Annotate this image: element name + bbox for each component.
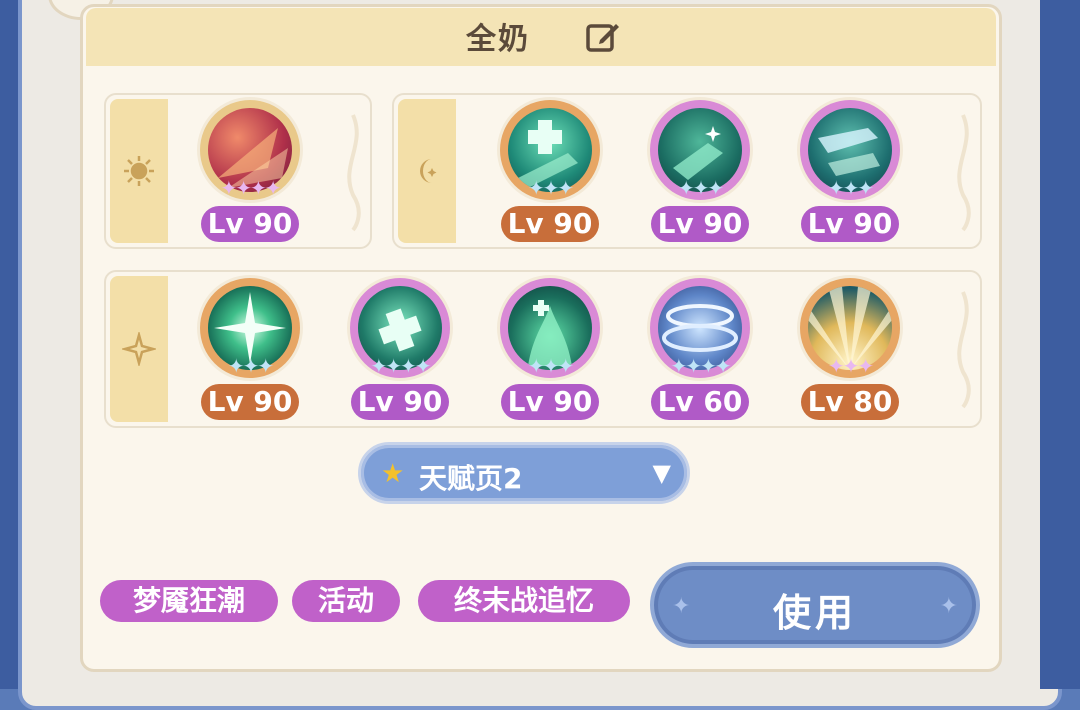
skill-level-badge: Lv 80	[801, 384, 899, 420]
skill-stars: ✦✦✦	[527, 176, 574, 200]
skill-slot[interactable]: ✦✦✦ Lv 90	[490, 278, 610, 428]
tag-event[interactable]: 活动	[292, 580, 400, 622]
skill-level-badge: Lv 90	[651, 206, 749, 242]
skill-slot[interactable]: ✦✦✦ Lv 90	[640, 100, 760, 250]
chevron-down-icon: ▼	[652, 459, 671, 487]
right-edge	[1040, 0, 1080, 689]
dropdown-selected-value: 天赋页2	[419, 462, 523, 495]
panel-header	[86, 8, 996, 66]
skill-level-badge: Lv 90	[501, 206, 599, 242]
flourish-decoration	[347, 114, 361, 232]
skill-level-badge: Lv 90	[201, 206, 299, 242]
use-button[interactable]: ✦ 使用 ✦	[650, 562, 980, 648]
sun-slot-strip	[110, 99, 168, 243]
skill-slot[interactable]: ✦✦✦ Lv 90	[190, 278, 310, 428]
skill-level-badge: Lv 60	[651, 384, 749, 420]
skill-stars: ✦✦✦✦	[670, 354, 731, 378]
page-title: 全奶	[466, 22, 530, 57]
moon-icon	[420, 159, 437, 183]
sun-icon	[124, 156, 154, 186]
skill-stars: ✦✦✦	[827, 354, 874, 378]
skill-slot[interactable]: ✦✦✦✦ Lv 90	[190, 100, 310, 250]
skill-slot[interactable]: ✦✦✦✦ Lv 60	[640, 278, 760, 428]
skill-stars: ✦✦✦	[227, 354, 274, 378]
star-icon: ★	[381, 459, 405, 489]
sparkle-icon: ✦	[939, 594, 958, 619]
skill-stars: ✦✦✦	[827, 176, 874, 200]
skill-stars: ✦✦✦	[677, 176, 724, 200]
moon-slot-strip	[398, 99, 456, 243]
flourish-decoration	[957, 114, 971, 232]
skill-level-badge: Lv 90	[801, 206, 899, 242]
skill-slot[interactable]: ✦✦✦✦ Lv 90	[340, 278, 460, 428]
flourish-decoration	[957, 291, 971, 409]
tag-nightmare-tide[interactable]: 梦魇狂潮	[100, 580, 278, 622]
skill-level-badge: Lv 90	[501, 384, 599, 420]
talent-page-dropdown[interactable]: ★ 天赋页2 ▼	[358, 442, 690, 504]
skill-level-badge: Lv 90	[201, 384, 299, 420]
edit-icon[interactable]	[584, 18, 622, 56]
skill-slot[interactable]: ✦✦✦ Lv 90	[790, 100, 910, 250]
skill-stars: ✦✦✦✦	[220, 176, 281, 200]
use-button-label: 使用	[772, 591, 857, 635]
spark-slot-strip	[110, 276, 168, 422]
skill-stars: ✦✦✦✦	[370, 354, 431, 378]
sparkle-icon	[122, 332, 156, 366]
skill-level-badge: Lv 90	[351, 384, 449, 420]
tag-final-battle-memory[interactable]: 终末战追忆	[418, 580, 630, 622]
skill-slot[interactable]: ✦✦✦ Lv 90	[490, 100, 610, 250]
skill-stars: ✦✦✦	[527, 354, 574, 378]
skill-slot[interactable]: ✦✦✦ Lv 80	[790, 278, 910, 428]
